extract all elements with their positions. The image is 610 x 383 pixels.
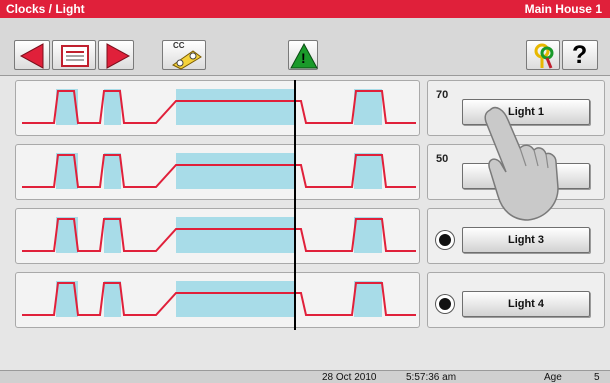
schedule-row-light-1[interactable] bbox=[15, 80, 420, 136]
light-4-control: Light 4 bbox=[427, 272, 605, 328]
schedule-row-light-3[interactable] bbox=[15, 208, 420, 264]
warning-glyph: ! bbox=[301, 50, 306, 66]
alarm-button[interactable]: ! bbox=[288, 40, 318, 70]
light-3-button[interactable]: Light 3 bbox=[462, 227, 590, 253]
toolbar: CC ! ? bbox=[0, 18, 610, 76]
help-icon: ? bbox=[572, 41, 588, 69]
status-time: 5:57:36 am bbox=[406, 372, 457, 383]
list-button[interactable] bbox=[52, 40, 96, 70]
schedule-curve bbox=[22, 217, 416, 253]
status-age-value: 5 bbox=[594, 372, 600, 383]
light-3-status-indicator[interactable] bbox=[436, 231, 454, 249]
list-card-icon bbox=[61, 45, 89, 67]
light-2-value: 50 bbox=[436, 153, 449, 165]
keys-button[interactable] bbox=[526, 40, 560, 70]
arrow-right-icon bbox=[106, 43, 131, 69]
light-1-value: 70 bbox=[436, 89, 449, 101]
schedule-row-light-2[interactable] bbox=[15, 144, 420, 200]
help-button[interactable]: ? bbox=[562, 40, 598, 70]
schedule-graphs bbox=[15, 80, 420, 330]
light-4-status-indicator[interactable] bbox=[436, 295, 454, 313]
arrow-left-icon bbox=[19, 43, 44, 69]
keys-icon bbox=[534, 43, 554, 69]
next-button[interactable] bbox=[98, 40, 134, 70]
status-age-label: Age bbox=[544, 372, 562, 383]
schedule-curve bbox=[22, 89, 416, 125]
light-4-button[interactable]: Light 4 bbox=[462, 291, 590, 317]
location-title: Main House 1 bbox=[524, 2, 602, 16]
title-bar: Clocks / Light Main House 1 bbox=[0, 0, 610, 18]
status-date: 28 Oct 2010 bbox=[322, 372, 377, 383]
schedule-row-light-4[interactable] bbox=[15, 272, 420, 328]
clock-edit-button[interactable]: CC bbox=[162, 40, 206, 70]
schedule-curve bbox=[22, 281, 416, 317]
clock-edit-icon bbox=[172, 50, 202, 70]
pointing-hand-icon bbox=[484, 106, 559, 221]
previous-button[interactable] bbox=[14, 40, 50, 70]
current-time-cursor bbox=[294, 80, 296, 330]
schedule-curve bbox=[22, 153, 416, 189]
clock-edit-badge: CC bbox=[173, 41, 185, 50]
window-title: Clocks / Light bbox=[6, 2, 85, 16]
status-bar: 28 Oct 2010 5:57:36 am Age 5 bbox=[0, 370, 610, 383]
